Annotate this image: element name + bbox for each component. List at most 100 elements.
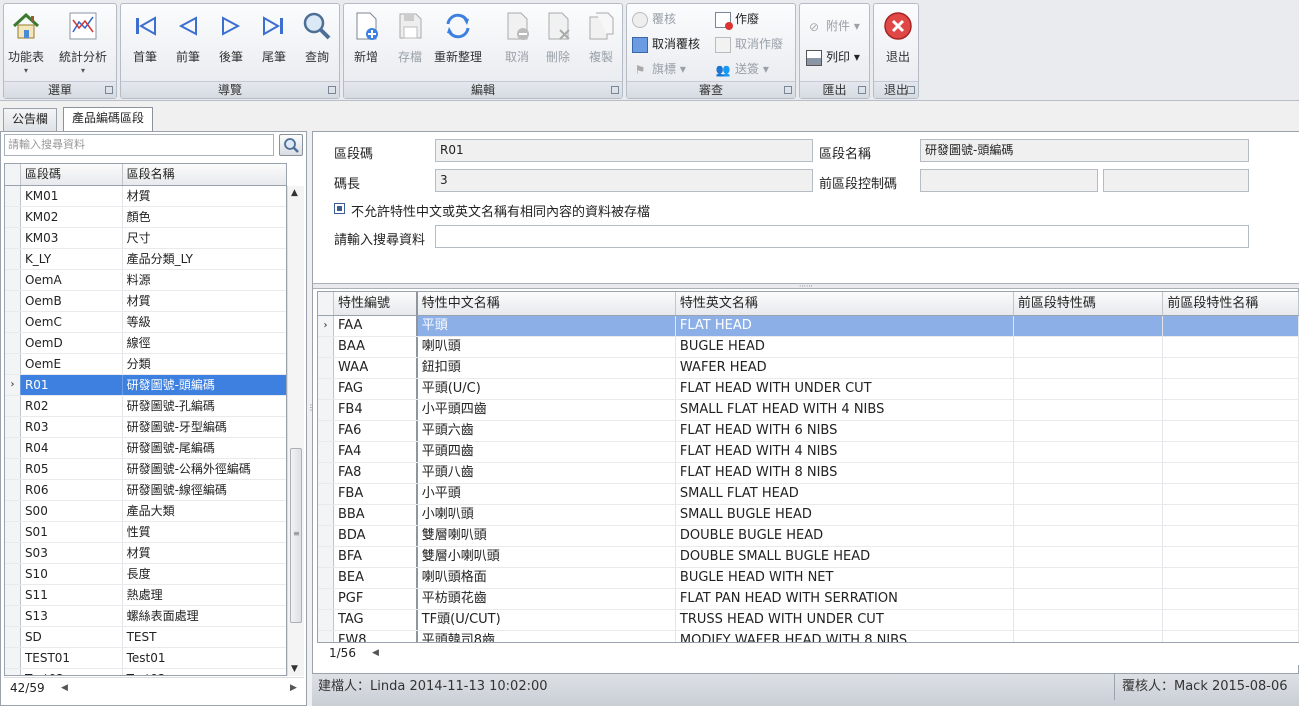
table-row[interactable]: SD TEST: [5, 627, 286, 648]
cell-prev-code[interactable]: [1014, 484, 1164, 504]
table-row[interactable]: TAG TF頭(U/CUT) TRUSS HEAD WITH UNDER CUT: [318, 610, 1299, 631]
last-button[interactable]: 尾筆: [258, 10, 290, 65]
first-button[interactable]: 首筆: [129, 10, 161, 65]
cell-attr-code[interactable]: BEA: [334, 568, 418, 588]
table-row[interactable]: KM01 材質: [5, 186, 286, 207]
send-sign-button[interactable]: 👥 送簽 ▾: [715, 59, 769, 79]
cell-segment-code[interactable]: KM02: [21, 207, 123, 227]
cell-segment-name[interactable]: 尺寸: [123, 228, 286, 248]
table-row[interactable]: OemC 等級: [5, 312, 286, 333]
cell-attr-code[interactable]: BBA: [334, 505, 418, 525]
row-indicator[interactable]: [318, 568, 334, 588]
copy-button[interactable]: 複製: [585, 10, 617, 65]
cell-segment-name[interactable]: 等級: [123, 312, 286, 332]
row-indicator[interactable]: [5, 669, 21, 675]
row-indicator[interactable]: [5, 438, 21, 458]
cell-segment-name[interactable]: 材質: [123, 291, 286, 311]
cell-attr-en[interactable]: DOUBLE SMALL BUGLE HEAD: [676, 547, 1014, 567]
cell-segment-code[interactable]: R06: [21, 480, 123, 500]
row-indicator[interactable]: [5, 543, 21, 563]
table-row[interactable]: BBA 小喇叭頭 SMALL BUGLE HEAD: [318, 505, 1299, 526]
cell-attr-en[interactable]: SMALL FLAT HEAD: [676, 484, 1014, 504]
table-row[interactable]: FA6 平頭六齒 FLAT HEAD WITH 6 NIBS: [318, 421, 1299, 442]
cell-segment-name[interactable]: 分類: [123, 354, 286, 374]
col-header-prev-name[interactable]: 前區段特性名稱: [1163, 292, 1299, 315]
row-indicator[interactable]: [318, 589, 334, 609]
col-header-attr-cn[interactable]: 特性中文名稱: [418, 292, 676, 315]
cell-attr-code[interactable]: FA6: [334, 421, 418, 441]
cell-prev-code[interactable]: [1014, 358, 1164, 378]
cell-segment-code[interactable]: OemC: [21, 312, 123, 332]
tab-bulletin[interactable]: 公告欄: [3, 108, 58, 131]
table-row[interactable]: KM03 尺寸: [5, 228, 286, 249]
cell-segment-name[interactable]: 性質: [123, 522, 286, 542]
cell-attr-code[interactable]: FB4: [334, 400, 418, 420]
cell-segment-code[interactable]: S10: [21, 564, 123, 584]
row-indicator[interactable]: [5, 312, 21, 332]
row-indicator[interactable]: [318, 400, 334, 420]
cell-attr-en[interactable]: FLAT HEAD WITH UNDER CUT: [676, 379, 1014, 399]
cell-prev-name[interactable]: [1163, 610, 1299, 630]
delete-button[interactable]: 刪除: [542, 10, 574, 65]
row-indicator[interactable]: [5, 606, 21, 626]
table-row[interactable]: FA4 平頭四齒 FLAT HEAD WITH 4 NIBS: [318, 442, 1299, 463]
table-row[interactable]: TEST01 Test01: [5, 648, 286, 669]
dialog-launcher-icon[interactable]: [907, 86, 915, 94]
cell-prev-code[interactable]: [1014, 379, 1164, 399]
prev-control-field-2[interactable]: [1103, 169, 1249, 192]
print-button[interactable]: 列印 ▾: [806, 47, 860, 67]
code-field[interactable]: R01: [435, 139, 813, 162]
row-indicator[interactable]: ›: [318, 316, 334, 336]
cell-segment-name[interactable]: 研發圖號-線徑編碼: [123, 480, 286, 500]
scroll-left-icon[interactable]: ◀: [372, 643, 379, 664]
cell-prev-name[interactable]: [1163, 358, 1299, 378]
cell-attr-cn[interactable]: 小平頭: [418, 484, 676, 504]
row-indicator[interactable]: [5, 501, 21, 521]
cell-prev-code[interactable]: [1014, 316, 1164, 336]
scroll-down-icon[interactable]: ▼: [291, 664, 298, 674]
table-row[interactable]: FBA 小平頭 SMALL FLAT HEAD: [318, 484, 1299, 505]
row-indicator[interactable]: [318, 547, 334, 567]
cell-attr-en[interactable]: SMALL BUGLE HEAD: [676, 505, 1014, 525]
dialog-launcher-icon[interactable]: [105, 86, 113, 94]
table-row[interactable]: K_LY 產品分類_LY: [5, 249, 286, 270]
table-row[interactable]: › FAA 平頭 FLAT HEAD: [318, 316, 1299, 337]
cell-attr-code[interactable]: FA8: [334, 463, 418, 483]
cell-segment-name[interactable]: 產品大類: [123, 501, 286, 521]
table-row[interactable]: BFA 雙層小喇叭頭 DOUBLE SMALL BUGLE HEAD: [318, 547, 1299, 568]
cell-attr-en[interactable]: TRUSS HEAD WITH UNDER CUT: [676, 610, 1014, 630]
row-indicator[interactable]: [318, 505, 334, 525]
cell-segment-name[interactable]: 材質: [123, 186, 286, 206]
cell-prev-name[interactable]: [1163, 463, 1299, 483]
stats-button[interactable]: 統計分析 ▾: [59, 10, 107, 75]
next-button[interactable]: 後筆: [215, 10, 247, 65]
cell-segment-code[interactable]: TEST01: [21, 648, 123, 668]
cell-prev-name[interactable]: [1163, 505, 1299, 525]
cell-segment-name[interactable]: 研發圖號-公稱外徑編碼: [123, 459, 286, 479]
col-header-code[interactable]: 區段碼: [21, 164, 123, 185]
scroll-right-icon[interactable]: ▶: [290, 678, 297, 698]
cell-attr-cn[interactable]: 喇叭頭: [418, 337, 676, 357]
cell-prev-name[interactable]: [1163, 547, 1299, 567]
cell-prev-name[interactable]: [1163, 526, 1299, 546]
table-row[interactable]: BEA 喇叭頭格面 BUGLE HEAD WITH NET: [318, 568, 1299, 589]
cell-prev-name[interactable]: [1163, 484, 1299, 504]
dialog-launcher-icon[interactable]: [328, 86, 336, 94]
row-indicator[interactable]: [318, 358, 334, 378]
table-row[interactable]: R04 研發圖號-尾編碼: [5, 438, 286, 459]
cell-segment-code[interactable]: OemD: [21, 333, 123, 353]
table-row[interactable]: KM02 顏色: [5, 207, 286, 228]
row-indicator[interactable]: [5, 564, 21, 584]
no-duplicate-checkbox[interactable]: [334, 203, 345, 214]
table-row[interactable]: R02 研發圖號-孔編碼: [5, 396, 286, 417]
cancel-button[interactable]: 取消: [501, 10, 533, 65]
scroll-thumb[interactable]: ≡: [290, 448, 302, 623]
cell-prev-name[interactable]: [1163, 442, 1299, 462]
cell-prev-code[interactable]: [1014, 526, 1164, 546]
attachment-button[interactable]: ⊘ 附件 ▾: [806, 16, 860, 36]
table-row[interactable]: FB4 小平頭四齒 SMALL FLAT HEAD WITH 4 NIBS: [318, 400, 1299, 421]
table-row[interactable]: OemB 材質: [5, 291, 286, 312]
cell-attr-code[interactable]: BAA: [334, 337, 418, 357]
cell-attr-en[interactable]: DOUBLE BUGLE HEAD: [676, 526, 1014, 546]
functions-button[interactable]: 功能表 ▾: [8, 10, 44, 75]
